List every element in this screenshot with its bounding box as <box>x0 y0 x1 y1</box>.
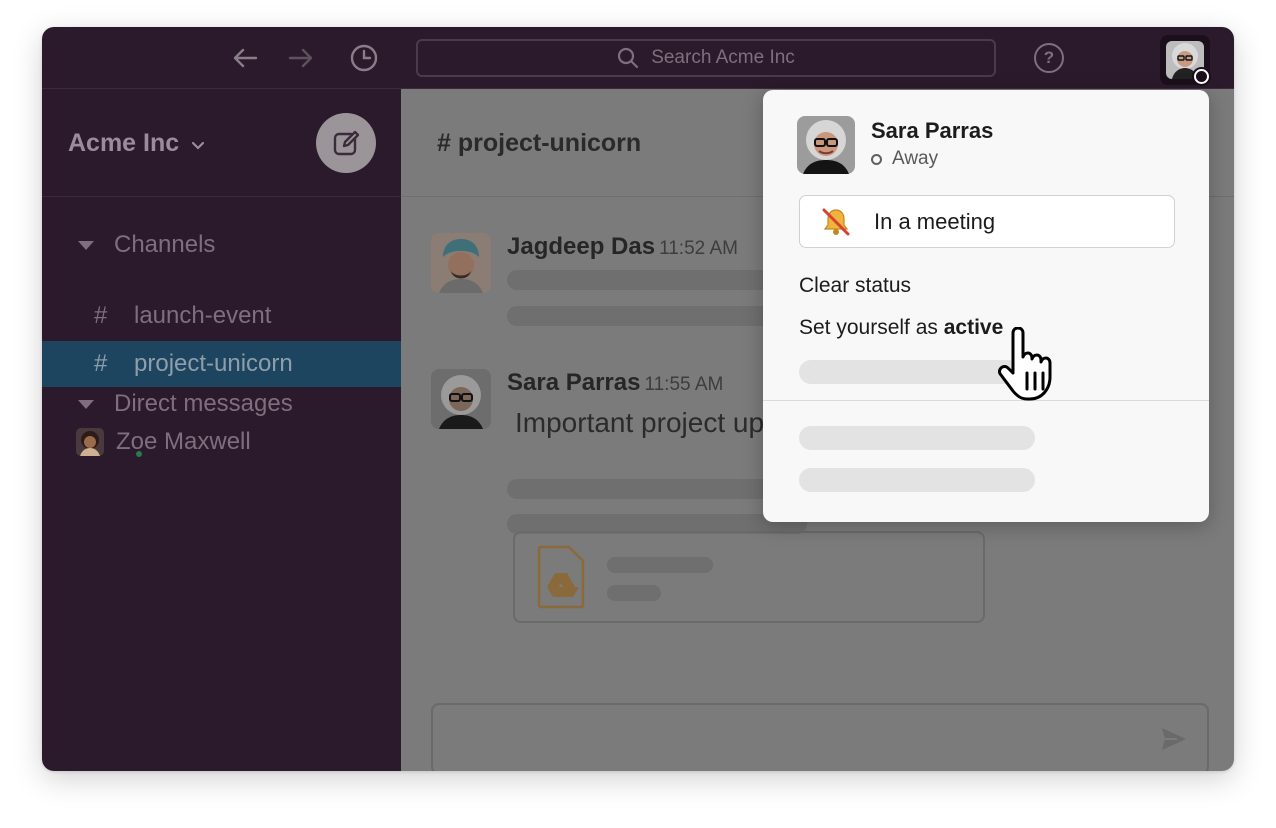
away-status-icon <box>1194 69 1209 84</box>
workspace-header: Acme Inc <box>42 89 401 197</box>
caret-down-icon <box>78 399 94 409</box>
placeholder-line <box>507 306 807 326</box>
away-status-icon <box>871 153 882 165</box>
status-input[interactable]: In a meeting <box>799 195 1175 248</box>
channel-title[interactable]: # project-unicorn <box>437 129 641 158</box>
search-placeholder: Search Acme Inc <box>651 47 795 68</box>
avatar[interactable] <box>431 233 491 293</box>
placeholder-line <box>607 585 661 601</box>
chevron-down-icon <box>191 129 205 158</box>
forward-arrow-icon[interactable] <box>284 41 318 75</box>
bell-slash-icon <box>820 206 852 238</box>
placeholder-line <box>507 479 807 499</box>
compose-icon <box>333 130 360 156</box>
channels-section-toggle[interactable]: Channels <box>78 231 215 259</box>
top-bar: Search Acme Inc ? <box>42 27 1234 89</box>
channels-heading: Channels <box>114 231 216 258</box>
message-author[interactable]: Sara Parras 11:55 AM <box>507 369 723 397</box>
message-author[interactable]: Jagdeep Das 11:52 AM <box>507 233 738 261</box>
profile-menu-popup: Sara Parras Away In a meeting Clear stat… <box>763 90 1209 522</box>
dms-section-toggle[interactable]: Direct messages <box>78 390 293 418</box>
author-name: Jagdeep Das <box>507 233 656 260</box>
hash-icon: # <box>94 302 108 329</box>
sidebar-item-project-unicorn[interactable]: # project-unicorn <box>42 341 401 387</box>
presence-status: Away <box>871 148 938 170</box>
app-window: Search Acme Inc ? Acme Inc Channels # la… <box>42 27 1234 771</box>
divider <box>763 400 1209 401</box>
compose-button[interactable] <box>316 113 376 173</box>
search-icon <box>618 47 639 69</box>
status-text: In a meeting <box>874 208 996 234</box>
channel-label: project-unicorn <box>134 350 293 377</box>
file-attachment[interactable] <box>513 531 985 623</box>
placeholder-menu-item <box>799 468 1035 492</box>
workspace-name: Acme Inc <box>68 129 180 157</box>
workspace-switcher[interactable]: Acme Inc <box>68 129 205 158</box>
clear-status-menu-item[interactable]: Clear status <box>799 274 911 298</box>
message-time: 11:52 AM <box>659 238 738 259</box>
set-active-menu-item[interactable]: Set yourself as active <box>799 316 1003 340</box>
help-icon[interactable]: ? <box>1034 43 1064 73</box>
placeholder-line <box>507 270 807 290</box>
sidebar-item-launch-event[interactable]: # launch-event <box>42 293 401 339</box>
author-name: Sara Parras <box>507 369 641 396</box>
avatar <box>797 116 855 174</box>
back-arrow-icon[interactable] <box>228 41 262 75</box>
set-active-bold: active <box>943 316 1004 339</box>
set-active-prefix: Set yourself as <box>799 316 944 339</box>
user-avatar-button[interactable] <box>1160 35 1210 85</box>
avatar[interactable] <box>431 369 491 429</box>
hand-pointer-cursor-icon <box>997 326 1067 408</box>
placeholder-line <box>607 557 713 573</box>
sidebar-item-zoe-maxwell[interactable]: Zoe Maxwell <box>76 428 251 459</box>
profile-name: Sara Parras <box>871 118 994 143</box>
google-drive-file-icon <box>537 545 585 614</box>
dms-heading: Direct messages <box>114 390 293 417</box>
online-status-icon <box>134 449 144 459</box>
send-icon[interactable] <box>1161 727 1187 756</box>
channel-label: launch-event <box>134 302 272 329</box>
history-clock-icon[interactable] <box>347 41 381 75</box>
message-text: Important project up <box>515 407 765 438</box>
search-input[interactable]: Search Acme Inc <box>416 39 996 77</box>
help-label: ? <box>1043 48 1055 67</box>
sidebar: Acme Inc Channels # launch-event # proje… <box>42 89 401 771</box>
message-input[interactable] <box>431 703 1209 771</box>
hash-icon: # <box>94 350 108 377</box>
placeholder-menu-item <box>799 426 1035 450</box>
presence-label: Away <box>892 148 939 169</box>
avatar <box>76 428 104 456</box>
message-time: 11:55 AM <box>644 374 724 395</box>
caret-down-icon <box>78 240 94 250</box>
